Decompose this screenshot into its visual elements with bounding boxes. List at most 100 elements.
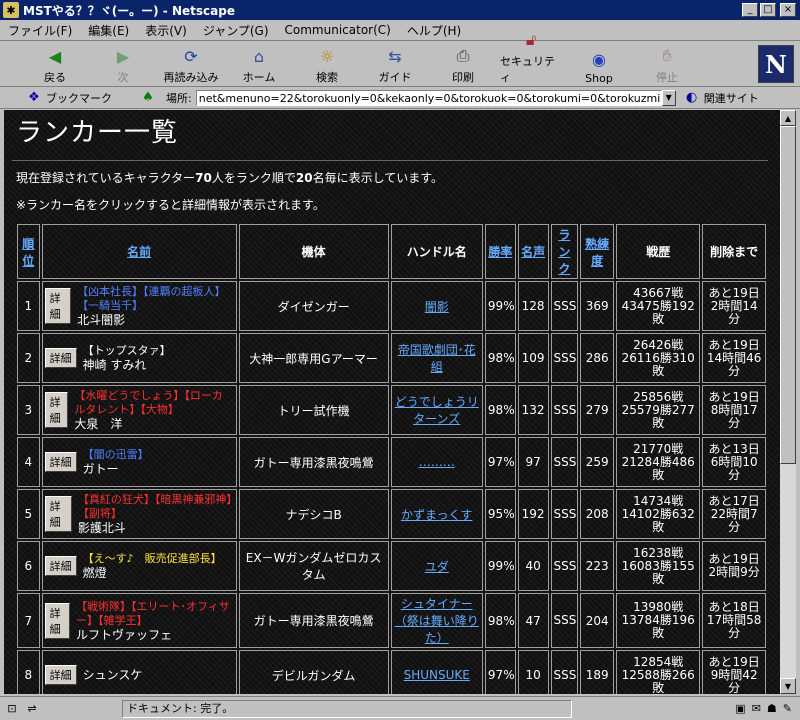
page-content: ランカー一覧 現在登録されているキャラクター70人をランク順で20名毎に表示して… xyxy=(4,110,780,694)
menu-communicator[interactable]: Communicator(C) xyxy=(277,23,399,37)
grade-cell: SSS xyxy=(550,333,579,383)
bookmarks-button[interactable]: ブックマーク xyxy=(46,90,112,106)
detail-button[interactable]: 詳細 xyxy=(44,556,77,576)
delete-cell: あと13日6時間10分 xyxy=(702,437,766,487)
handle-link[interactable]: 闇影 xyxy=(425,300,449,314)
window-title: MSTやる？？ヾ(ー。ー) - Netscape xyxy=(23,3,235,18)
guide-icon: ⇆ xyxy=(388,46,402,66)
shop-button[interactable]: ◉ Shop xyxy=(568,43,630,86)
col-name[interactable]: 名前 xyxy=(41,224,237,279)
netscape-logo[interactable]: N xyxy=(758,45,794,83)
home-label: ホーム xyxy=(242,71,276,84)
record-cell: 16238戦16083勝155敗 xyxy=(616,541,701,591)
scroll-up-button[interactable]: ▲ xyxy=(780,110,796,126)
character-titles: 【え～す♪ 販売促進部長】 xyxy=(82,552,222,565)
delete-cell: あと19日2時間9分 xyxy=(702,541,766,591)
detail-button[interactable]: 詳細 xyxy=(44,665,77,685)
table-row: 4 詳細 【闇の迅雷】 ガトー ガトー専用漆黒夜鳴鶯……… 97% 97 SSS 259 2177… xyxy=(17,437,766,487)
navigator-icon[interactable]: ▣ xyxy=(735,702,745,715)
table-row: 5 詳細 【真紅の狂犬】【暗黒神兼邪神】【副将】 影護北斗 ナデシコB かずまっくす 95%… xyxy=(17,489,766,539)
print-label: 印刷 xyxy=(452,71,474,84)
sort-skill-link[interactable]: 熟練度 xyxy=(585,237,609,268)
name-cell: 詳細 【え～す♪ 販売促進部長】 燃燈 xyxy=(41,541,237,591)
handle-link[interactable]: ユダ xyxy=(425,560,449,574)
menu-file[interactable]: ファイル(F) xyxy=(0,22,80,39)
back-button[interactable]: ◀ 戻る xyxy=(24,43,86,85)
close-button[interactable]: × xyxy=(780,3,796,17)
related-sites-button[interactable]: 関連サイト xyxy=(704,90,759,106)
fame-cell: 97 xyxy=(517,437,549,487)
col-rank[interactable]: 順位 xyxy=(17,224,40,279)
url-dropdown-button[interactable]: ▼ xyxy=(661,89,676,106)
discussion-icon[interactable]: ☗ xyxy=(767,702,777,715)
menu-help[interactable]: ヘルプ(H) xyxy=(399,22,469,39)
handle-cell: シュタイナー（祭は舞い降りた） xyxy=(390,593,483,648)
menu-go[interactable]: ジャンプ(G) xyxy=(195,22,277,39)
vertical-scrollbar[interactable]: ▲ ▼ xyxy=(780,110,796,694)
intro-pre: 現在登録されているキャラクター xyxy=(16,171,196,185)
skill-cell: 259 xyxy=(580,437,615,487)
handle-link[interactable]: どうでしょうリターンズ xyxy=(395,395,479,426)
handle-link[interactable]: かずまっくす xyxy=(401,508,473,522)
name-cell: 詳細 【凶本社長】【連覇の超板人】【一騎当千】 北斗闇影 xyxy=(41,281,237,331)
status-text: ドキュメント: 完了。 xyxy=(122,699,572,718)
scroll-down-button[interactable]: ▼ xyxy=(780,678,796,694)
skill-cell: 223 xyxy=(580,541,615,591)
shop-label: Shop xyxy=(585,72,613,85)
print-button[interactable]: ⎙ 印刷 xyxy=(432,43,494,85)
security-label: セキュリティ xyxy=(500,55,555,84)
stop-button[interactable]: ✋︎ 停止 xyxy=(636,43,698,85)
handle-link[interactable]: SHUNSUKE xyxy=(404,668,470,682)
fame-cell: 109 xyxy=(517,333,549,383)
detail-button[interactable]: 詳細 xyxy=(44,348,77,368)
col-skill[interactable]: 熟練度 xyxy=(580,224,615,279)
sort-winrate-link[interactable]: 勝率 xyxy=(488,245,512,259)
security-status-icon[interactable]: ⊡ xyxy=(4,702,20,716)
detail-button[interactable]: 詳細 xyxy=(44,288,72,324)
detail-button[interactable]: 詳細 xyxy=(44,452,77,472)
page-proxy-icon[interactable]: ♠ xyxy=(140,90,156,106)
mail-icon[interactable]: ✉ xyxy=(752,702,761,715)
col-body: 機体 xyxy=(238,224,389,279)
rank-cell: 6 xyxy=(17,541,40,591)
sort-rank-link[interactable]: 順位 xyxy=(22,237,34,268)
col-winrate[interactable]: 勝率 xyxy=(484,224,516,279)
guide-button[interactable]: ⇆ ガイド xyxy=(364,43,426,85)
home-button[interactable]: ⌂ ホーム xyxy=(228,43,290,85)
search-button[interactable]: ☼ 検索 xyxy=(296,43,358,85)
sort-fame-link[interactable]: 名声 xyxy=(521,245,545,259)
detail-button[interactable]: 詳細 xyxy=(44,392,69,428)
stop-label: 停止 xyxy=(656,71,678,84)
delete-cell: あと18日17時間58分 xyxy=(702,593,766,648)
security-button[interactable]: 🔓︎ セキュリティ xyxy=(500,30,562,85)
character-name: シュンスケ xyxy=(82,668,143,682)
sort-grade-link[interactable]: ランク xyxy=(558,228,570,276)
scroll-thumb[interactable] xyxy=(780,126,796,464)
detail-button[interactable]: 詳細 xyxy=(44,496,72,532)
minimize-button[interactable]: _ xyxy=(742,3,758,17)
bookmark-icon[interactable]: ❖ xyxy=(26,90,42,106)
composer-icon[interactable]: ✎ xyxy=(783,702,792,715)
forward-button[interactable]: ▶ 次 xyxy=(92,43,154,85)
related-sites-icon[interactable]: ◐ xyxy=(684,90,700,106)
menu-view[interactable]: 表示(V) xyxy=(137,22,195,39)
winrate-cell: 98% xyxy=(484,593,516,648)
handle-link[interactable]: ……… xyxy=(419,455,455,469)
reload-button[interactable]: ⟳ 再読み込み xyxy=(160,43,222,85)
menu-edit[interactable]: 編集(E) xyxy=(80,22,137,39)
shop-icon: ◉ xyxy=(592,49,606,69)
col-grade[interactable]: ランク xyxy=(550,224,579,279)
status-bar: ⊡ ⇌ ドキュメント: 完了。 ▣ ✉ ☗ ✎ xyxy=(0,696,800,720)
location-bar: ❖ ブックマーク ♠ 場所: net&menuno=22&torokuonly=… xyxy=(0,87,800,109)
maximize-button[interactable]: □ xyxy=(760,3,776,17)
detail-button[interactable]: 詳細 xyxy=(44,602,70,639)
sort-name-link[interactable]: 名前 xyxy=(127,245,151,259)
handle-link[interactable]: 帝国歌劇団･花組 xyxy=(398,343,476,374)
col-fame[interactable]: 名声 xyxy=(517,224,549,279)
name-cell: 詳細 【トップスタァ】 神崎 すみれ xyxy=(41,333,237,383)
intro-count: 70 xyxy=(195,171,212,185)
record-cell: 12854戦12588勝266敗 xyxy=(616,650,701,694)
handle-link[interactable]: シュタイナー（祭は舞い降りた） xyxy=(395,597,479,645)
divider xyxy=(12,160,768,161)
url-input[interactable]: net&menuno=22&torokuonly=0&kekaonly=0&to… xyxy=(195,89,662,106)
